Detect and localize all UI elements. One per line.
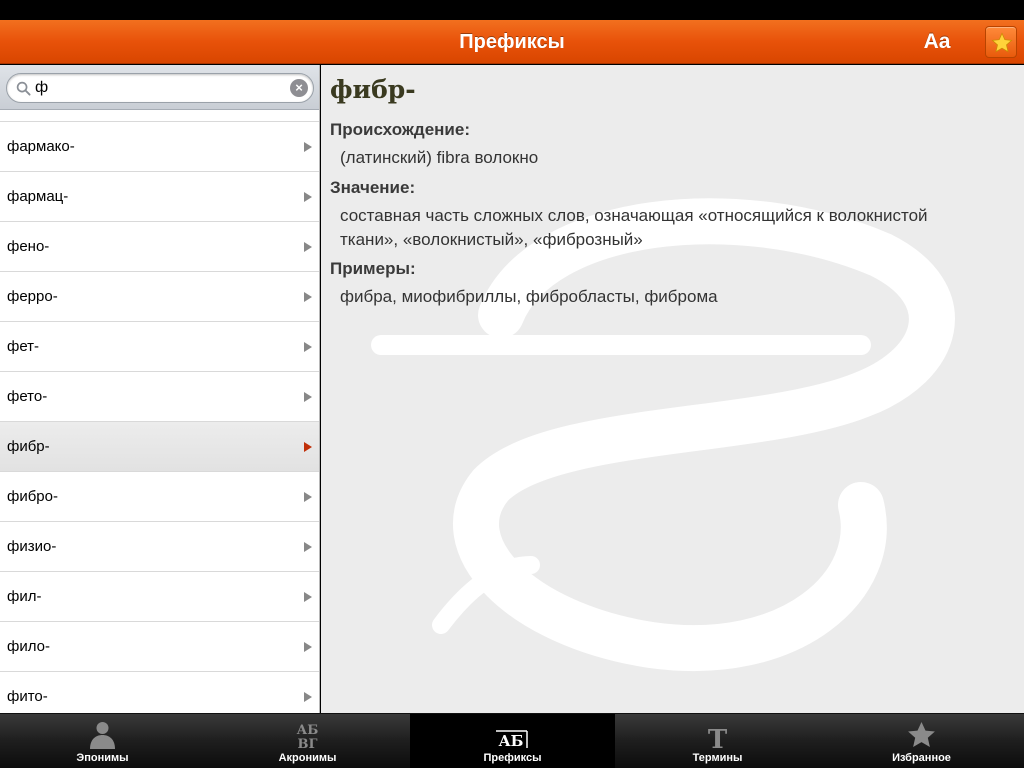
search-input[interactable] — [35, 78, 285, 98]
list-item-label: фил- — [7, 588, 42, 605]
meaning-label: Значение: — [330, 178, 416, 197]
tab-label: Избранное — [892, 752, 951, 764]
origin-label: Происхождение: — [330, 120, 470, 139]
chevron-right-icon — [304, 542, 312, 552]
tab-label: Термины — [692, 752, 743, 764]
tab-label: Префиксы — [483, 752, 542, 764]
prefix-list-pane: × фармако-фармац-фено-ферро-фет-фето-фиб… — [0, 65, 320, 713]
origin-text: (латинский) fibra волокно — [340, 148, 539, 167]
chevron-right-icon — [304, 292, 312, 302]
tab-bar: Эпонимы АБ ВГ Акронимы АБ Префиксы T Тер… — [0, 713, 1024, 768]
chevron-right-icon — [304, 592, 312, 602]
list-item[interactable]: фето- — [0, 372, 319, 422]
chevron-right-icon — [304, 342, 312, 352]
list-item[interactable]: фармац- — [0, 172, 319, 222]
list-item[interactable]: фил- — [0, 572, 319, 622]
page-title: Префиксы — [459, 31, 565, 53]
svg-text:T: T — [708, 725, 728, 751]
tab-eponyms[interactable]: Эпонимы — [0, 714, 205, 768]
chevron-right-icon — [304, 692, 312, 702]
list-item-label: физио- — [7, 538, 57, 555]
list-item-label: фибр- — [7, 438, 50, 455]
chevron-right-icon — [304, 392, 312, 402]
detail-pane: фибр- Происхождение: (латинский) fibra в… — [321, 65, 1024, 713]
chevron-right-icon — [304, 492, 312, 502]
favorite-button[interactable] — [985, 26, 1017, 58]
chevron-right-icon — [304, 442, 312, 452]
prefix-list: фармако-фармац-фено-ферро-фет-фето-фибр-… — [0, 122, 319, 713]
font-size-button[interactable]: Aa — [916, 20, 958, 64]
svg-text:АБ: АБ — [498, 732, 523, 750]
list-item-label: фет- — [7, 338, 40, 355]
letters-icon: АБ ВГ — [297, 723, 319, 751]
list-item[interactable]: фет- — [0, 322, 319, 372]
list-item[interactable]: ферро- — [0, 272, 319, 322]
svg-text:АБ: АБ — [297, 723, 319, 738]
list-item-label: фибро- — [7, 488, 58, 505]
star-icon — [991, 32, 1013, 53]
chevron-right-icon — [304, 642, 312, 652]
status-bar — [0, 0, 1024, 20]
chevron-right-icon — [304, 242, 312, 252]
search-field[interactable]: × — [6, 73, 314, 103]
examples-text: фибра, миофибриллы, фибробласты, фиброма — [340, 287, 718, 306]
list-item[interactable]: физио- — [0, 522, 319, 572]
svg-text:ВГ: ВГ — [298, 737, 318, 751]
term-title: фибр- — [330, 75, 416, 104]
tab-acronyms[interactable]: АБ ВГ Акронимы — [205, 714, 410, 768]
list-item[interactable]: фено- — [0, 222, 319, 272]
tab-label: Эпонимы — [76, 752, 129, 764]
list-item[interactable]: фило- — [0, 622, 319, 672]
person-icon — [90, 722, 115, 749]
tab-terms[interactable]: T Термины — [615, 714, 820, 768]
list-item-label: ферро- — [7, 288, 58, 305]
meaning-text: составная часть сложных слов, означающая… — [340, 206, 928, 249]
clear-icon[interactable]: × — [290, 79, 308, 97]
list-item[interactable]: фармако- — [0, 122, 319, 172]
list-item-label: фармако- — [7, 138, 75, 155]
tab-label: Акронимы — [278, 752, 337, 764]
list-item[interactable]: фибро- — [0, 472, 319, 522]
star-icon — [908, 722, 935, 747]
list-item-label: фето- — [7, 388, 48, 405]
chevron-right-icon — [304, 192, 312, 202]
list-item-label: фито- — [7, 688, 48, 705]
magnifier-icon — [16, 81, 31, 96]
prefix-icon: АБ — [496, 730, 528, 750]
t-letter-icon: T — [708, 725, 728, 751]
navigation-bar: Префиксы Aa — [0, 20, 1024, 64]
chevron-right-icon — [304, 142, 312, 152]
list-item[interactable]: фито- — [0, 672, 319, 713]
list-item-label: фило- — [7, 638, 50, 655]
tab-prefixes[interactable]: АБ Префиксы — [410, 714, 615, 768]
list-item-label: фено- — [7, 238, 50, 255]
examples-label: Примеры: — [330, 259, 416, 278]
list-item-label: фармац- — [7, 188, 69, 205]
search-bar: × — [0, 65, 319, 110]
tab-favorites[interactable]: Избранное — [819, 714, 1024, 768]
list-item[interactable]: фибр- — [0, 422, 319, 472]
